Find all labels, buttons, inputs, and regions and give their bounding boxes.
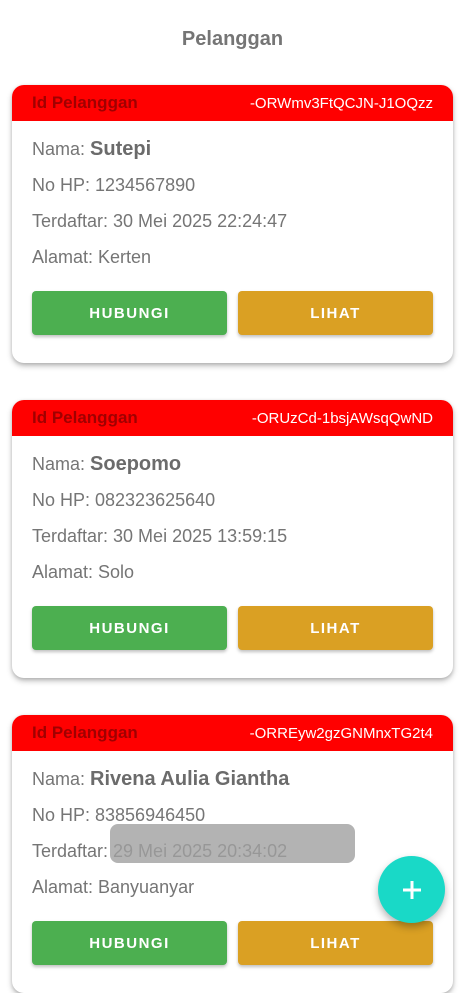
customer-address: Alamat: Banyuanyar [32, 877, 195, 897]
contact-button[interactable]: HUBUNGI [32, 291, 227, 335]
id-label: Id Pelanggan [32, 723, 138, 742]
customer-name: Rivena Aulia Giantha [90, 768, 290, 790]
customer-name-row: Nama: Sutepi [32, 131, 433, 167]
customer-id: -ORWmv3FtQCJN-J1OQzz [249, 94, 433, 112]
view-button[interactable]: LIHAT [238, 921, 433, 965]
customer-name-row: Nama: Soepomo [32, 446, 433, 482]
card-header: Id Pelanggan -ORREyw2gzGNMnxTG2t4 [12, 715, 453, 751]
view-button[interactable]: LIHAT [238, 291, 433, 335]
customer-name: Soepomo [90, 453, 182, 475]
name-label: Nama: [32, 454, 91, 474]
contact-button[interactable]: HUBUNGI [32, 606, 227, 650]
id-label: Id Pelanggan [32, 93, 138, 112]
toast-message [110, 824, 355, 863]
customer-card: Id Pelanggan -ORWmv3FtQCJN-J1OQzz Nama: … [12, 85, 453, 363]
customer-registered: Terdaftar: 30 Mei 2025 22:24:47 [32, 211, 288, 231]
customer-name: Sutepi [90, 138, 152, 160]
customer-phone: No HP: 082323625640 [32, 490, 216, 510]
id-label: Id Pelanggan [32, 408, 138, 427]
name-label: Nama: [32, 139, 91, 159]
customer-id: -ORUzCd-1bsjAWsqQwND [251, 409, 433, 427]
customer-phone: No HP: 1234567890 [32, 175, 196, 195]
customer-card: Id Pelanggan -ORUzCd-1bsjAWsqQwND Nama: … [12, 400, 453, 678]
customer-name-row: Nama: Rivena Aulia Giantha [32, 761, 433, 797]
customer-address: Alamat: Solo [32, 562, 135, 582]
contact-button[interactable]: HUBUNGI [32, 921, 227, 965]
customer-address: Alamat: Kerten [32, 247, 152, 267]
customer-id: -ORREyw2gzGNMnxTG2t4 [249, 724, 433, 742]
card-header: Id Pelanggan -ORWmv3FtQCJN-J1OQzz [12, 85, 453, 121]
customer-registered: Terdaftar: 30 Mei 2025 13:59:15 [32, 526, 288, 546]
add-customer-button[interactable] [378, 856, 445, 923]
name-label: Nama: [32, 769, 91, 789]
plus-icon [402, 880, 421, 899]
view-button[interactable]: LIHAT [238, 606, 433, 650]
card-header: Id Pelanggan -ORUzCd-1bsjAWsqQwND [12, 400, 453, 436]
page-title: Pelanggan [181, 28, 284, 50]
